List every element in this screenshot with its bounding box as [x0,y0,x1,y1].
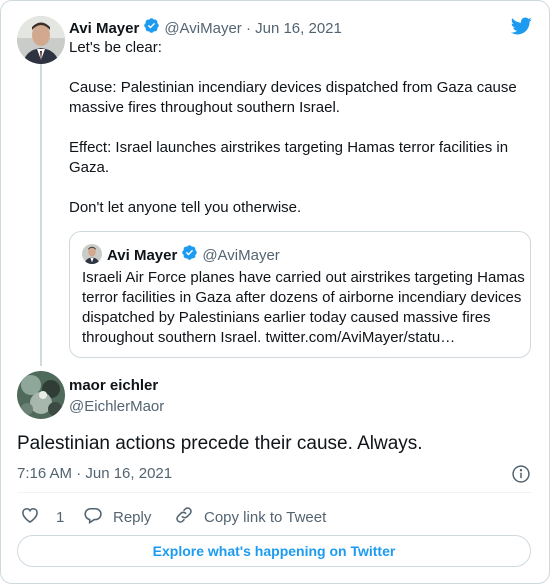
link-icon [174,505,194,529]
copy-link-label: Copy link to Tweet [204,508,327,526]
avatar[interactable] [17,371,65,419]
avatar[interactable] [17,16,65,64]
original-tweet-text: Let's be clear: Cause: Palestinian incen… [69,38,531,218]
reply-icon [83,505,103,529]
copy-link-button[interactable]: Copy link to Tweet [174,505,326,529]
divider [17,492,531,493]
reply-tweet-text: Palestinian actions precede their cause.… [17,433,423,454]
original-tweet-header: Avi Mayer @AviMayer · Jun 16, 2021 [69,17,342,39]
tweet-paragraph: Don't let anyone tell you otherwise. [69,199,302,216]
timestamp[interactable]: 7:16 AM · Jun 16, 2021 [17,465,172,482]
verified-badge-icon [181,244,198,266]
explore-label: Explore what's happening on Twitter [152,543,396,559]
author-name: Avi Mayer [107,246,178,264]
info-icon[interactable] [511,464,531,489]
tweet-paragraph: Effect: Israel launches airstrikes targe… [69,139,509,176]
reply-button[interactable]: Reply [83,505,151,529]
like-count: 1 [56,508,65,526]
handle: @AviMayer [202,246,280,264]
tweet-paragraph: Let's be clear: [69,39,162,56]
author-name[interactable]: Avi Mayer [69,20,139,37]
quoted-tweet-card[interactable]: Avi Mayer @AviMayer Israeli Air Force pl… [69,231,531,358]
explore-twitter-button[interactable]: Explore what's happening on Twitter [17,535,531,567]
like-button[interactable]: 1 [20,505,64,529]
author-name[interactable]: maor eichler [69,377,158,394]
handle-and-date[interactable]: @AviMayer · Jun 16, 2021 [164,20,342,37]
verified-badge-icon [143,17,160,39]
heart-icon [20,505,40,529]
handle[interactable]: @EichlerMaor [69,398,164,415]
quoted-tweet-header: Avi Mayer @AviMayer [107,244,280,266]
thread-connector-line [40,64,42,366]
reply-label: Reply [113,508,152,526]
quoted-tweet-text: Israeli Air Force planes have carried ou… [82,269,525,346]
tweet-paragraph: Cause: Palestinian incendiary devices di… [69,79,517,116]
avatar [82,244,102,264]
